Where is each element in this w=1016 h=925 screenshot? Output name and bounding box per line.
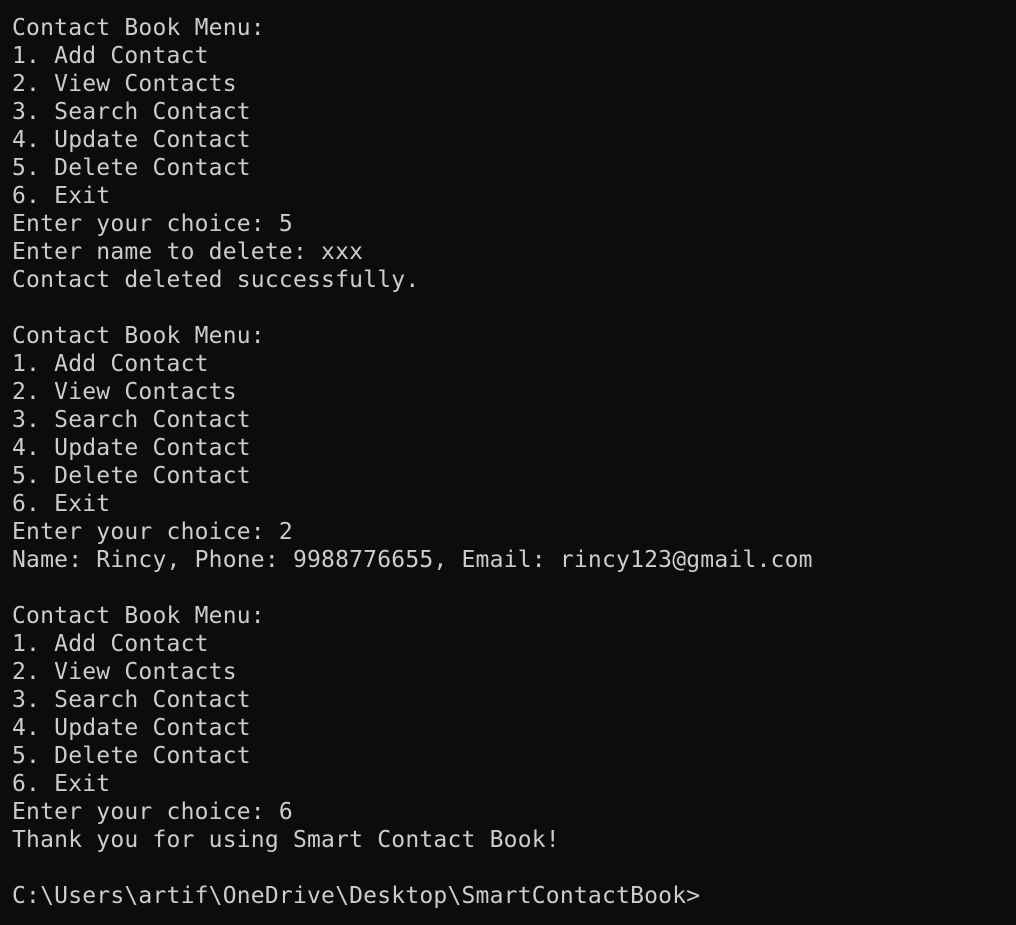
- menu-option: 4. Update Contact: [12, 435, 251, 461]
- menu-option: 1. Add Contact: [12, 631, 209, 657]
- choice-prompt: Enter your choice: 2: [12, 519, 293, 545]
- menu-option: 1. Add Contact: [12, 351, 209, 377]
- menu-option: 5. Delete Contact: [12, 743, 251, 769]
- choice-prompt: Enter your choice: 6: [12, 799, 293, 825]
- menu-option: 4. Update Contact: [12, 127, 251, 153]
- menu-option: 2. View Contacts: [12, 379, 237, 405]
- menu-option: 2. View Contacts: [12, 71, 237, 97]
- contact-record: Name: Rincy, Phone: 9988776655, Email: r…: [12, 547, 813, 573]
- menu-option: 4. Update Contact: [12, 715, 251, 741]
- menu-option: 5. Delete Contact: [12, 155, 251, 181]
- menu-option: 3. Search Contact: [12, 407, 251, 433]
- menu-option: 5. Delete Contact: [12, 463, 251, 489]
- menu-option: 3. Search Contact: [12, 687, 251, 713]
- menu-option: 1. Add Contact: [12, 43, 209, 69]
- menu-option: 6. Exit: [12, 771, 111, 797]
- menu-option: 6. Exit: [12, 183, 111, 209]
- menu-option: 6. Exit: [12, 491, 111, 517]
- menu-title: Contact Book Menu:: [12, 603, 265, 629]
- menu-option: 2. View Contacts: [12, 659, 237, 685]
- goodbye-message: Thank you for using Smart Contact Book!: [12, 827, 560, 853]
- status-message: Contact deleted successfully.: [12, 267, 420, 293]
- choice-prompt: Enter your choice: 5: [12, 211, 293, 237]
- terminal-window[interactable]: Contact Book Menu: 1. Add Contact 2. Vie…: [0, 0, 1016, 925]
- delete-prompt: Enter name to delete: xxx: [12, 239, 364, 265]
- menu-title: Contact Book Menu:: [12, 15, 265, 41]
- menu-title: Contact Book Menu:: [12, 323, 265, 349]
- command-prompt[interactable]: C:\Users\artif\OneDrive\Desktop\SmartCon…: [12, 882, 1016, 910]
- menu-option: 3. Search Contact: [12, 99, 251, 125]
